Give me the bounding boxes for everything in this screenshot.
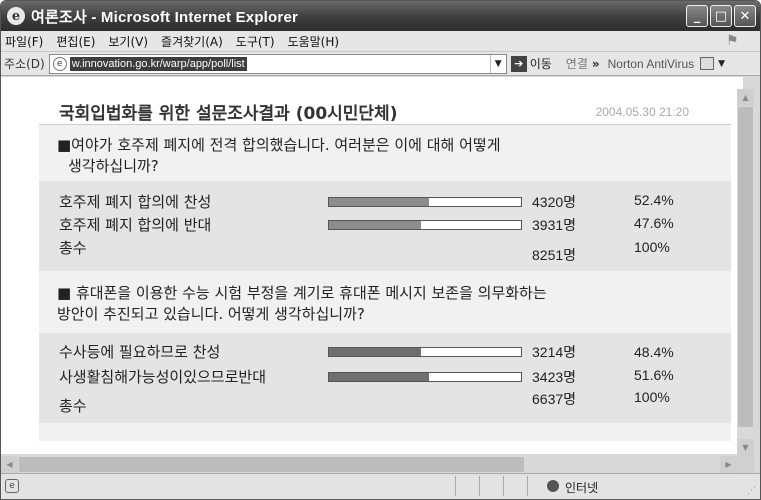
result-bar-fill (329, 348, 422, 356)
vote-percent: 48.4% (634, 344, 674, 360)
page-content: 국회입법화를 위한 설문조사결과 (00시민단체) 2004.05.30 21:… (1, 77, 743, 454)
windows-flag-icon: ⚑ (726, 33, 739, 49)
address-url[interactable]: w.innovation.go.kr/warp/app/poll/list (69, 56, 247, 71)
option-label: 호주제 폐지 합의에 반대 (59, 216, 212, 234)
answers-1: 호주제 폐지 합의에 찬성 4320명 52.4% 호주제 폐지 합의에 반대 … (39, 181, 731, 271)
total-percent: 100% (634, 239, 670, 255)
total-row: 총수 8251명 100% (39, 237, 731, 263)
result-bar-fill (329, 198, 429, 206)
browser-window: e 여론조사 - Microsoft Internet Explorer _ □… (0, 0, 761, 500)
scroll-up-icon[interactable]: ▲ (737, 89, 754, 106)
result-bar (328, 197, 522, 207)
title-bar[interactable]: e 여론조사 - Microsoft Internet Explorer _ □… (1, 1, 760, 31)
go-arrow-icon[interactable]: ➔ (510, 55, 527, 72)
question-2: ■ 휴대폰을 이용한 수능 시험 부정을 계기로 휴대폰 메시지 보존을 의무화… (57, 283, 547, 325)
question-2-line-2: 방안이 추진되고 있습니다. 어떻게 생각하십니까? (57, 305, 365, 323)
option-label: 사생활침해가능성이있으므로반대 (59, 368, 267, 386)
result-bar (328, 347, 522, 357)
answer-row: 사생활침해가능성이있으므로반대 3423명 51.6% (39, 366, 731, 388)
scrollbar-corner (737, 456, 754, 473)
result-bar-fill (329, 373, 429, 381)
menu-tools[interactable]: 도구(T) (236, 33, 275, 50)
horizontal-scrollbar[interactable]: ◀ ▶ (1, 456, 737, 473)
links-label[interactable]: 연결 (566, 55, 588, 72)
vote-count: 3931명 (532, 217, 577, 233)
question-1-line-1: ■여야가 호주제 폐지에 전격 합의했습니다. 여러분은 이에 대해 어떻게 (57, 136, 501, 154)
window-controls: _ □ ✕ (686, 5, 756, 27)
address-input[interactable]: e w.innovation.go.kr/warp/app/poll/list … (48, 53, 507, 74)
vote-count: 3214명 (532, 344, 577, 360)
total-row: 총수 6637명 100% (39, 389, 731, 415)
internet-zone-icon (547, 480, 559, 492)
menu-help[interactable]: 도움말(H) (288, 33, 340, 50)
status-bar: e 인터넷 ⋰ (1, 473, 760, 499)
scroll-down-icon[interactable]: ▼ (737, 439, 754, 456)
status-divider (455, 476, 456, 496)
menu-view[interactable]: 보기(V) (108, 33, 148, 50)
question-1: ■여야가 호주제 폐지에 전격 합의했습니다. 여러분은 이에 대해 어떻게 생… (57, 135, 501, 177)
menu-edit[interactable]: 편집(E) (56, 33, 95, 50)
close-button[interactable]: ✕ (734, 5, 756, 27)
norton-dropdown-icon[interactable]: ▼ (718, 59, 725, 69)
poll-date: 2004.05.30 21:20 (595, 105, 689, 119)
scroll-left-icon[interactable]: ◀ (1, 456, 18, 473)
total-count: 8251명 (532, 247, 577, 263)
address-dropdown-icon[interactable]: ▼ (489, 54, 506, 73)
horizontal-scroll-thumb[interactable] (19, 457, 524, 472)
total-percent: 100% (634, 389, 670, 405)
answer-row: 호주제 폐지 합의에 반대 3931명 47.6% (39, 214, 731, 236)
result-bar (328, 220, 522, 230)
page-icon: e (52, 56, 67, 71)
page-status-icon: e (5, 479, 19, 493)
norton-antivirus-label[interactable]: Norton AntiVirus (608, 57, 695, 71)
status-divider (503, 476, 504, 496)
ie-page-icon: e (7, 7, 25, 25)
resize-grip-icon[interactable]: ⋰ (747, 486, 756, 496)
scroll-right-icon[interactable]: ▶ (720, 456, 737, 473)
question-2-line-1: ■ 휴대폰을 이용한 수능 시험 부정을 계기로 휴대폰 메시지 보존을 의무화… (57, 284, 547, 302)
status-divider (527, 476, 528, 496)
vote-percent: 47.6% (634, 215, 674, 231)
minimize-button[interactable]: _ (686, 5, 708, 27)
total-label: 총수 (59, 239, 87, 257)
answer-row: 호주제 폐지 합의에 찬성 4320명 52.4% (39, 191, 731, 213)
norton-icon[interactable] (700, 57, 715, 70)
go-button[interactable]: 이동 (530, 55, 552, 72)
result-bar (328, 372, 522, 382)
maximize-button[interactable]: □ (710, 5, 732, 27)
menu-favorites[interactable]: 즐겨찾기(A) (161, 33, 223, 50)
vote-percent: 51.6% (634, 367, 674, 383)
address-bar: 주소(D) e w.innovation.go.kr/warp/app/poll… (1, 52, 760, 76)
menu-file[interactable]: 파일(F) (5, 33, 43, 50)
vertical-scroll-thumb[interactable] (738, 107, 753, 427)
question-1-line-2: 생각하십니까? (68, 157, 159, 175)
answers-2: 수사등에 필요하므로 찬성 3214명 48.4% 사생활침해가능성이있으므로반… (39, 333, 731, 423)
window-title: 여론조사 - Microsoft Internet Explorer (31, 8, 299, 26)
status-divider (479, 476, 480, 496)
poll-title: 국회입법화를 위한 설문조사결과 (00시민단체) (59, 104, 398, 124)
answer-row: 수사등에 필요하므로 찬성 3214명 48.4% (39, 341, 731, 363)
vote-percent: 52.4% (634, 192, 674, 208)
vote-count: 3423명 (532, 369, 577, 385)
total-label: 총수 (59, 397, 87, 415)
security-zone-label: 인터넷 (565, 481, 599, 495)
address-label: 주소(D) (4, 57, 45, 71)
option-label: 수사등에 필요하므로 찬성 (59, 343, 221, 361)
vertical-scrollbar[interactable]: ▲ ▼ (737, 89, 754, 456)
poll-header: 국회입법화를 위한 설문조사결과 (00시민단체) 2004.05.30 21:… (39, 91, 731, 125)
menu-bar: 파일(F) 편집(E) 보기(V) 즐겨찾기(A) 도구(T) 도움말(H) ⚑ (1, 31, 760, 52)
vote-count: 4320명 (532, 194, 577, 210)
result-bar-fill (329, 221, 422, 229)
option-label: 호주제 폐지 합의에 찬성 (59, 193, 212, 211)
links-chevron-icon[interactable]: » (592, 57, 600, 71)
total-count: 6637명 (532, 391, 577, 407)
